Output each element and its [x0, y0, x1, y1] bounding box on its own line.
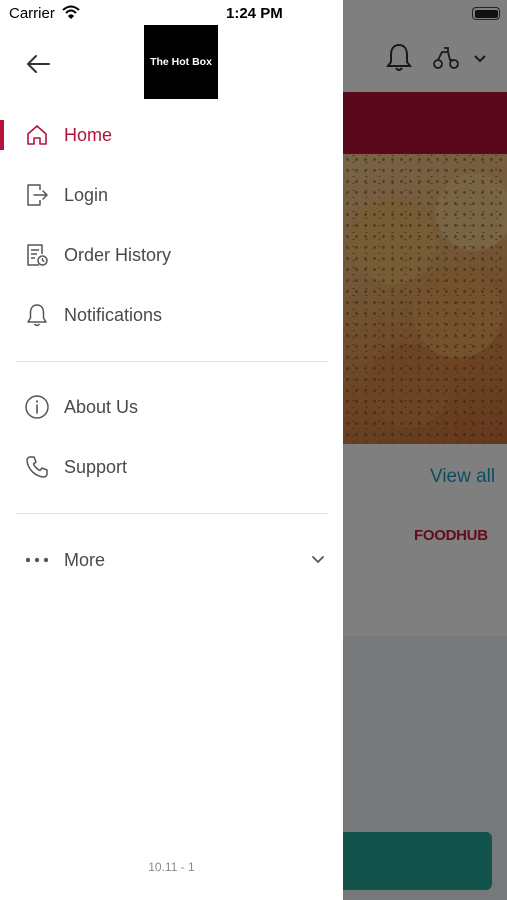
back-button[interactable] — [20, 50, 56, 78]
active-indicator — [0, 120, 4, 150]
bell-icon — [22, 300, 52, 330]
arrow-left-icon — [27, 55, 50, 73]
chevron-down-icon — [312, 556, 324, 563]
restaurant-logo: The Hot Box — [144, 25, 218, 99]
menu-item-more[interactable]: More — [0, 530, 343, 590]
menu-item-order-history[interactable]: Order History — [0, 225, 343, 285]
order-history-icon — [22, 240, 52, 270]
menu-item-notifications[interactable]: Notifications — [0, 285, 343, 345]
menu-item-about-us[interactable]: About Us — [0, 377, 343, 437]
navigation-drawer: The Hot Box Home Login Order History Not… — [0, 0, 343, 900]
menu-item-label: Home — [64, 124, 113, 145]
menu-divider — [16, 361, 328, 362]
menu-item-label: Login — [64, 184, 109, 205]
battery-icon — [472, 7, 500, 20]
menu-item-label: Support — [64, 456, 128, 477]
menu-item-label: More — [64, 549, 106, 570]
menu-item-login[interactable]: Login — [0, 165, 343, 225]
status-bar: Carrier 1:24 PM — [0, 0, 507, 28]
login-icon — [22, 180, 52, 210]
phone-icon — [22, 452, 52, 482]
home-icon — [22, 120, 52, 150]
menu-divider — [16, 513, 328, 514]
menu-item-label: Order History — [64, 244, 172, 265]
menu-item-label: Notifications — [64, 304, 163, 325]
menu-item-label: About Us — [64, 396, 139, 417]
status-time: 1:24 PM — [226, 5, 283, 22]
wifi-icon — [62, 5, 80, 19]
info-icon — [22, 392, 52, 422]
more-dots-icon — [22, 545, 52, 575]
menu-item-home[interactable]: Home — [0, 105, 343, 165]
menu-item-support[interactable]: Support — [0, 437, 343, 497]
status-carrier: Carrier — [9, 5, 55, 22]
app-version: 10.11 - 1 — [148, 860, 195, 874]
